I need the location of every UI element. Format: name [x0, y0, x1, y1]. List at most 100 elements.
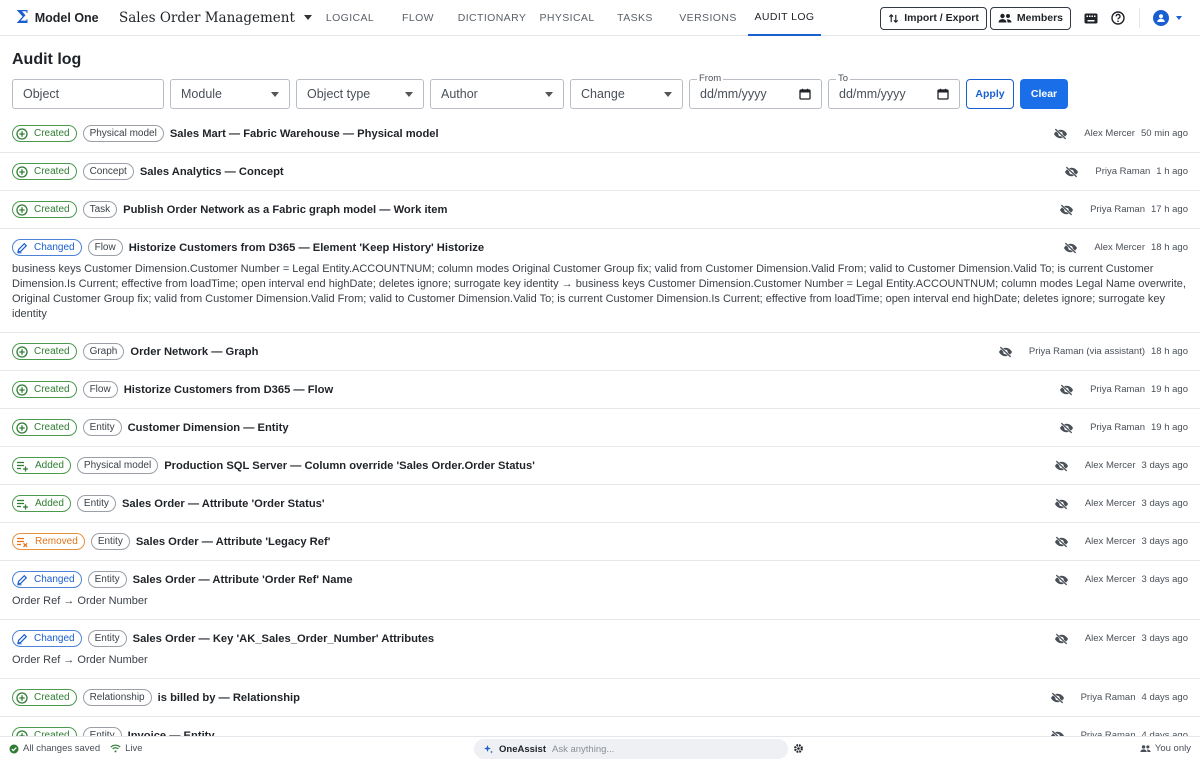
log-entry[interactable]: Created Task Publish Order Network as a Fa… — [0, 191, 1200, 229]
change-label: Added — [35, 498, 64, 509]
project-selector[interactable]: Sales Order Management — [119, 10, 312, 26]
timestamp: 18 h ago — [1151, 346, 1188, 357]
audit-log-list: Created Physical model Sales Mart — Fabric… — [0, 115, 1200, 755]
change-badge: Created — [12, 381, 77, 398]
author: Priya Raman — [1095, 166, 1151, 177]
change-badge: Changed — [12, 239, 82, 256]
log-entry-meta: Alex Mercer 50 min ago — [1053, 125, 1188, 142]
account-menu[interactable] — [1150, 7, 1184, 29]
eye-off-icon[interactable] — [1054, 497, 1069, 510]
divider — [1139, 8, 1140, 28]
module-select-value: Module — [181, 87, 222, 101]
change-label: Changed — [34, 242, 75, 253]
from-date-label: From — [697, 73, 724, 84]
log-entry-meta: Priya Raman (via assistant) 18 h ago — [998, 343, 1188, 360]
tab-logical[interactable]: LOGICAL — [316, 0, 384, 36]
log-entry[interactable]: Added Physical model Production SQL Server… — [0, 447, 1200, 485]
tab-flow[interactable]: FLOW — [384, 0, 452, 36]
tab-dictionary[interactable]: DICTIONARY — [452, 0, 532, 36]
eye-off-icon[interactable] — [1054, 535, 1069, 548]
calendar-icon[interactable] — [937, 88, 949, 100]
gear-icon[interactable] — [793, 743, 804, 754]
log-entry[interactable]: Created Entity Customer Dimension — Entity… — [0, 409, 1200, 447]
assistant-input[interactable]: OneAssist Ask anything... — [474, 739, 788, 759]
log-entry-meta: Alex Mercer 3 days ago — [1054, 533, 1188, 550]
change-created-icon — [16, 165, 31, 178]
log-entry-header: Created Concept Sales Analytics — Concept — [12, 163, 1188, 180]
to-date-value: dd/mm/yyyy — [839, 87, 906, 101]
change-label: Changed — [34, 574, 75, 585]
change-label: Created — [34, 384, 70, 395]
log-entry[interactable]: Removed Entity Sales Order — Attribute 'Le… — [0, 523, 1200, 561]
log-entry-title: Sales Order — Attribute 'Order Status' — [121, 497, 325, 510]
tab-audit-log[interactable]: AUDIT LOG — [748, 0, 821, 36]
app-logo: Σ — [16, 6, 29, 28]
change-badge: Created — [12, 689, 77, 706]
app-name: Model One — [34, 10, 99, 25]
to-date-label: To — [836, 73, 851, 84]
log-entry-title: Historize Customers from D365 — Element … — [128, 241, 485, 254]
timestamp: 3 days ago — [1141, 536, 1188, 547]
change-badge: Added — [12, 457, 71, 474]
module-filter[interactable]: Module — [170, 79, 290, 109]
eye-off-icon[interactable] — [1063, 241, 1078, 254]
author: Alex Mercer — [1084, 460, 1136, 471]
eye-off-icon[interactable] — [1053, 127, 1068, 140]
object-type-chip: Entity — [90, 533, 130, 550]
eye-off-icon[interactable] — [1054, 632, 1069, 645]
change-badge: Created — [12, 163, 77, 180]
change-detail: Order Ref → Order Number — [12, 595, 148, 607]
brand[interactable]: Σ Model One — [0, 6, 108, 28]
object-type-filter[interactable]: Object type — [296, 79, 424, 109]
log-entry[interactable]: Created Graph Order Network — Graph Priya R… — [0, 333, 1200, 371]
eye-off-icon[interactable] — [1064, 165, 1079, 178]
timestamp: 4 days ago — [1141, 692, 1188, 703]
eye-off-icon[interactable] — [1059, 383, 1074, 396]
timestamp: 50 min ago — [1140, 128, 1188, 139]
top-bar: Σ Model One Sales Order Management LOGIC… — [0, 0, 1200, 36]
calendar-icon[interactable] — [799, 88, 811, 100]
save-status: All changes saved — [9, 743, 100, 754]
log-entry[interactable]: Changed Entity Sales Order — Key 'AK_Sales… — [0, 620, 1200, 679]
object-filter[interactable] — [12, 79, 164, 109]
log-entry-header: Created Entity Customer Dimension — Entity — [12, 419, 1188, 436]
log-entry[interactable]: Created Flow Historize Customers from D365… — [0, 371, 1200, 409]
object-search-input[interactable] — [23, 87, 163, 101]
log-entry-title: Publish Order Network as a Fabric graph … — [123, 203, 448, 216]
tab-versions[interactable]: VERSIONS — [668, 0, 748, 36]
change-badge: Changed — [12, 571, 82, 588]
eye-off-icon[interactable] — [1059, 421, 1074, 434]
import-export-button[interactable]: Import / Export — [880, 6, 987, 30]
log-entry[interactable]: Created Physical model Sales Mart — Fabric… — [0, 115, 1200, 153]
change-detail: business keys Customer Dimension.Custome… — [12, 263, 1186, 320]
keyboard-shortcuts-button[interactable] — [1080, 7, 1102, 29]
timestamp: 3 days ago — [1141, 498, 1188, 509]
log-entry[interactable]: Added Entity Sales Order — Attribute 'Orde… — [0, 485, 1200, 523]
help-button[interactable] — [1107, 7, 1129, 29]
members-button[interactable]: Members — [989, 6, 1071, 30]
object-type-chip: Task — [82, 201, 118, 218]
eye-off-icon[interactable] — [1054, 459, 1069, 472]
object-type-chip: Physical model — [82, 125, 164, 142]
eye-off-icon[interactable] — [1050, 691, 1065, 704]
chevron-down-icon — [303, 15, 312, 20]
tab-physical[interactable]: PHYSICAL — [532, 0, 602, 36]
clear-button[interactable]: Clear — [1020, 79, 1068, 109]
log-entry[interactable]: Created Relationship is billed by — Relati… — [0, 679, 1200, 717]
log-entry[interactable]: Changed Entity Sales Order — Attribute 'Or… — [0, 561, 1200, 620]
log-entry-title: is billed by — Relationship — [157, 691, 300, 704]
object-type-chip: Concept — [82, 163, 134, 180]
change-filter[interactable]: Change — [570, 79, 683, 109]
apply-button[interactable]: Apply — [966, 79, 1014, 109]
log-entry[interactable]: Changed Flow Historize Customers from D365… — [0, 229, 1200, 333]
eye-off-icon[interactable] — [1059, 203, 1074, 216]
author-filter[interactable]: Author — [430, 79, 564, 109]
eye-off-icon[interactable] — [998, 345, 1013, 358]
change-changed-icon — [16, 242, 31, 254]
log-entry-header: Changed Flow Historize Customers from D365… — [12, 239, 1188, 256]
eye-off-icon[interactable] — [1054, 573, 1069, 586]
tab-tasks[interactable]: TASKS — [602, 0, 668, 36]
object-type-chip: Entity — [87, 630, 127, 647]
visibility-status[interactable]: You only — [1140, 737, 1191, 760]
log-entry[interactable]: Created Concept Sales Analytics — Concept P… — [0, 153, 1200, 191]
